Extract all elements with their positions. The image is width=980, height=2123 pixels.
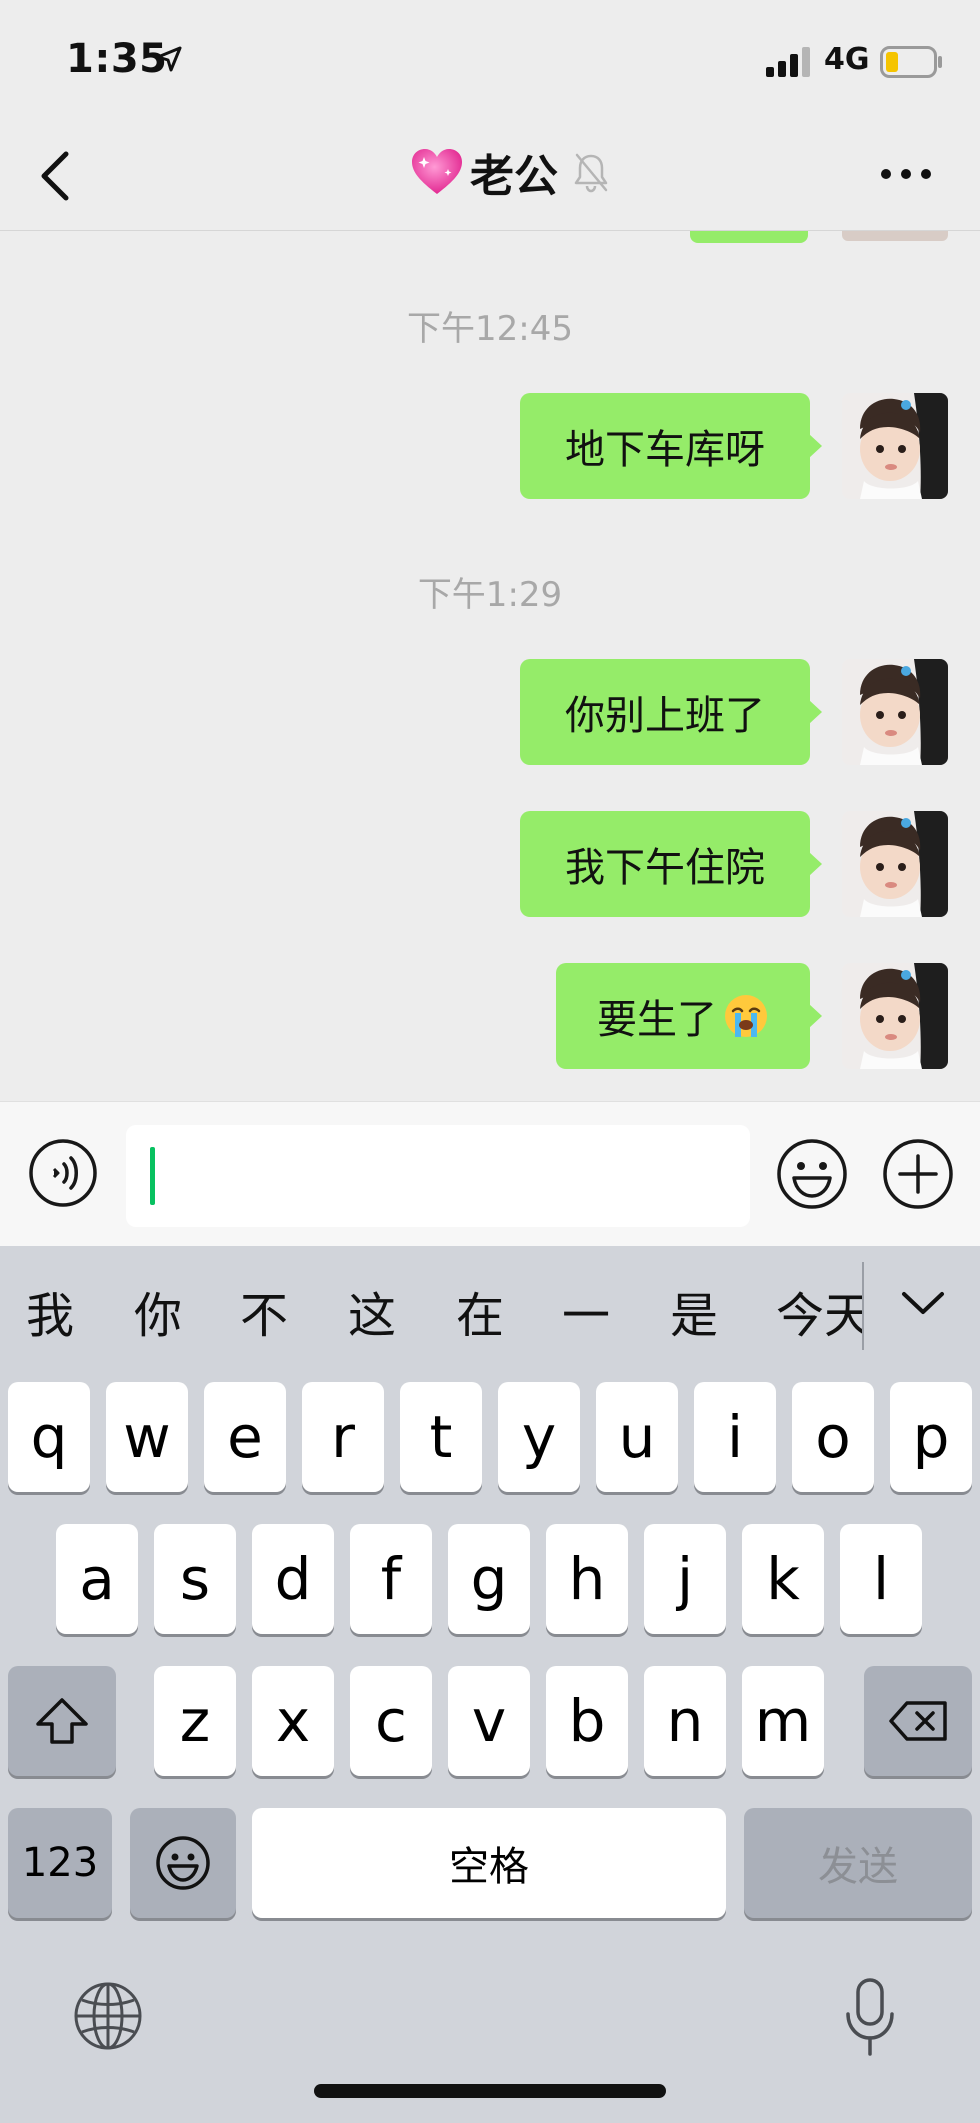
shift-arrow-icon (36, 1698, 88, 1744)
avatar-photo (842, 963, 948, 1069)
input-bar (0, 1101, 980, 1246)
space-key[interactable]: 空格 (252, 1808, 726, 1918)
emoji-key[interactable] (130, 1808, 236, 1918)
message-text: 地下车库呀 (565, 427, 765, 473)
key-o[interactable]: o (792, 1382, 874, 1492)
key-n[interactable]: n (644, 1666, 726, 1776)
key-d[interactable]: d (252, 1524, 334, 1634)
time-stamp: 下午12:45 (407, 309, 573, 349)
previous-avatar-peek (842, 231, 948, 241)
candidate-word[interactable]: 在 (456, 1276, 504, 1346)
message-input[interactable] (126, 1125, 750, 1227)
avatar[interactable] (842, 963, 948, 1069)
message-text: 我下午住院 (565, 845, 765, 891)
key-y[interactable]: y (498, 1382, 580, 1492)
key-h[interactable]: h (546, 1524, 628, 1634)
more-dots-icon[interactable] (878, 166, 934, 182)
avatar[interactable] (842, 659, 948, 765)
battery-low-icon (880, 46, 942, 78)
key-e[interactable]: e (204, 1382, 286, 1492)
status-bar: 1:35 4G (0, 0, 980, 120)
chat-header: 老公 (0, 120, 980, 231)
emoji-keyboard-icon (156, 1836, 210, 1890)
crying-face-icon (725, 995, 767, 1037)
chevron-down-icon[interactable] (898, 1286, 948, 1320)
key-i[interactable]: i (694, 1382, 776, 1492)
key-l[interactable]: l (840, 1524, 922, 1634)
key-j[interactable]: j (644, 1524, 726, 1634)
home-indicator[interactable] (314, 2084, 666, 2098)
candidate-word[interactable]: 不 (240, 1276, 288, 1346)
chevron-left-icon[interactable] (36, 148, 76, 204)
keyboard: 我 你 不 这 在 一 是 今天 q w e r t y u i o p a s… (0, 1246, 980, 2123)
avatar-photo (842, 393, 948, 499)
key-v[interactable]: v (448, 1666, 530, 1776)
key-t[interactable]: t (400, 1382, 482, 1492)
backspace-icon (889, 1701, 947, 1741)
message-bubble[interactable]: 你别上班了 (520, 659, 822, 765)
message-list[interactable]: 下午12:45 地下车库呀 下午1:29 你别上班了 我下午住院 要生了 (0, 231, 980, 1101)
bell-muted-icon (574, 153, 608, 193)
key-q[interactable]: q (8, 1382, 90, 1492)
avatar[interactable] (842, 811, 948, 917)
network-type: 4G (824, 42, 870, 77)
text-caret (150, 1147, 155, 1205)
key-s[interactable]: s (154, 1524, 236, 1634)
key-u[interactable]: u (596, 1382, 678, 1492)
signal-bars-icon (766, 47, 810, 77)
location-arrow-icon (156, 46, 182, 72)
key-m[interactable]: m (742, 1666, 824, 1776)
key-w[interactable]: w (106, 1382, 188, 1492)
status-time: 1:35 (66, 36, 168, 82)
chat-title-group: 老公 (410, 142, 610, 202)
sparkling-heart-icon (412, 149, 462, 194)
candidate-divider (862, 1262, 864, 1350)
key-x[interactable]: x (252, 1666, 334, 1776)
candidate-bar: 我 你 不 这 在 一 是 今天 (0, 1246, 980, 1370)
key-z[interactable]: z (154, 1666, 236, 1776)
microphone-icon[interactable] (842, 1976, 898, 2058)
message-bubble[interactable]: 我下午住院 (520, 811, 822, 917)
candidate-word[interactable]: 这 (348, 1276, 396, 1346)
candidate-word[interactable]: 一 (562, 1276, 610, 1346)
shift-key[interactable] (8, 1666, 116, 1776)
numbers-key[interactable]: 123 (8, 1808, 112, 1918)
chat-title: 老公 (470, 151, 558, 202)
previous-message-peek (690, 231, 808, 243)
candidate-word[interactable]: 我 (26, 1276, 74, 1346)
candidate-word[interactable]: 今天 (776, 1276, 862, 1346)
key-k[interactable]: k (742, 1524, 824, 1634)
send-key[interactable]: 发送 (744, 1808, 972, 1918)
key-c[interactable]: c (350, 1666, 432, 1776)
voice-input-icon[interactable] (28, 1138, 98, 1208)
avatar-photo (842, 659, 948, 765)
plus-circle-icon[interactable] (882, 1138, 954, 1210)
message-text: 你别上班了 (565, 693, 765, 739)
key-r[interactable]: r (302, 1382, 384, 1492)
key-a[interactable]: a (56, 1524, 138, 1634)
delete-key[interactable] (864, 1666, 972, 1776)
globe-icon[interactable] (72, 1980, 144, 2052)
key-f[interactable]: f (350, 1524, 432, 1634)
candidate-word[interactable]: 你 (134, 1276, 182, 1346)
message-bubble[interactable]: 地下车库呀 (520, 393, 822, 499)
key-p[interactable]: p (890, 1382, 972, 1492)
key-b[interactable]: b (546, 1666, 628, 1776)
smiley-icon[interactable] (776, 1138, 848, 1210)
message-text: 要生了 (597, 997, 717, 1043)
candidate-word[interactable]: 是 (670, 1276, 718, 1346)
message-bubble[interactable]: 要生了 (556, 963, 822, 1069)
time-stamp: 下午1:29 (417, 575, 563, 615)
avatar-photo (842, 811, 948, 917)
avatar[interactable] (842, 393, 948, 499)
key-g[interactable]: g (448, 1524, 530, 1634)
